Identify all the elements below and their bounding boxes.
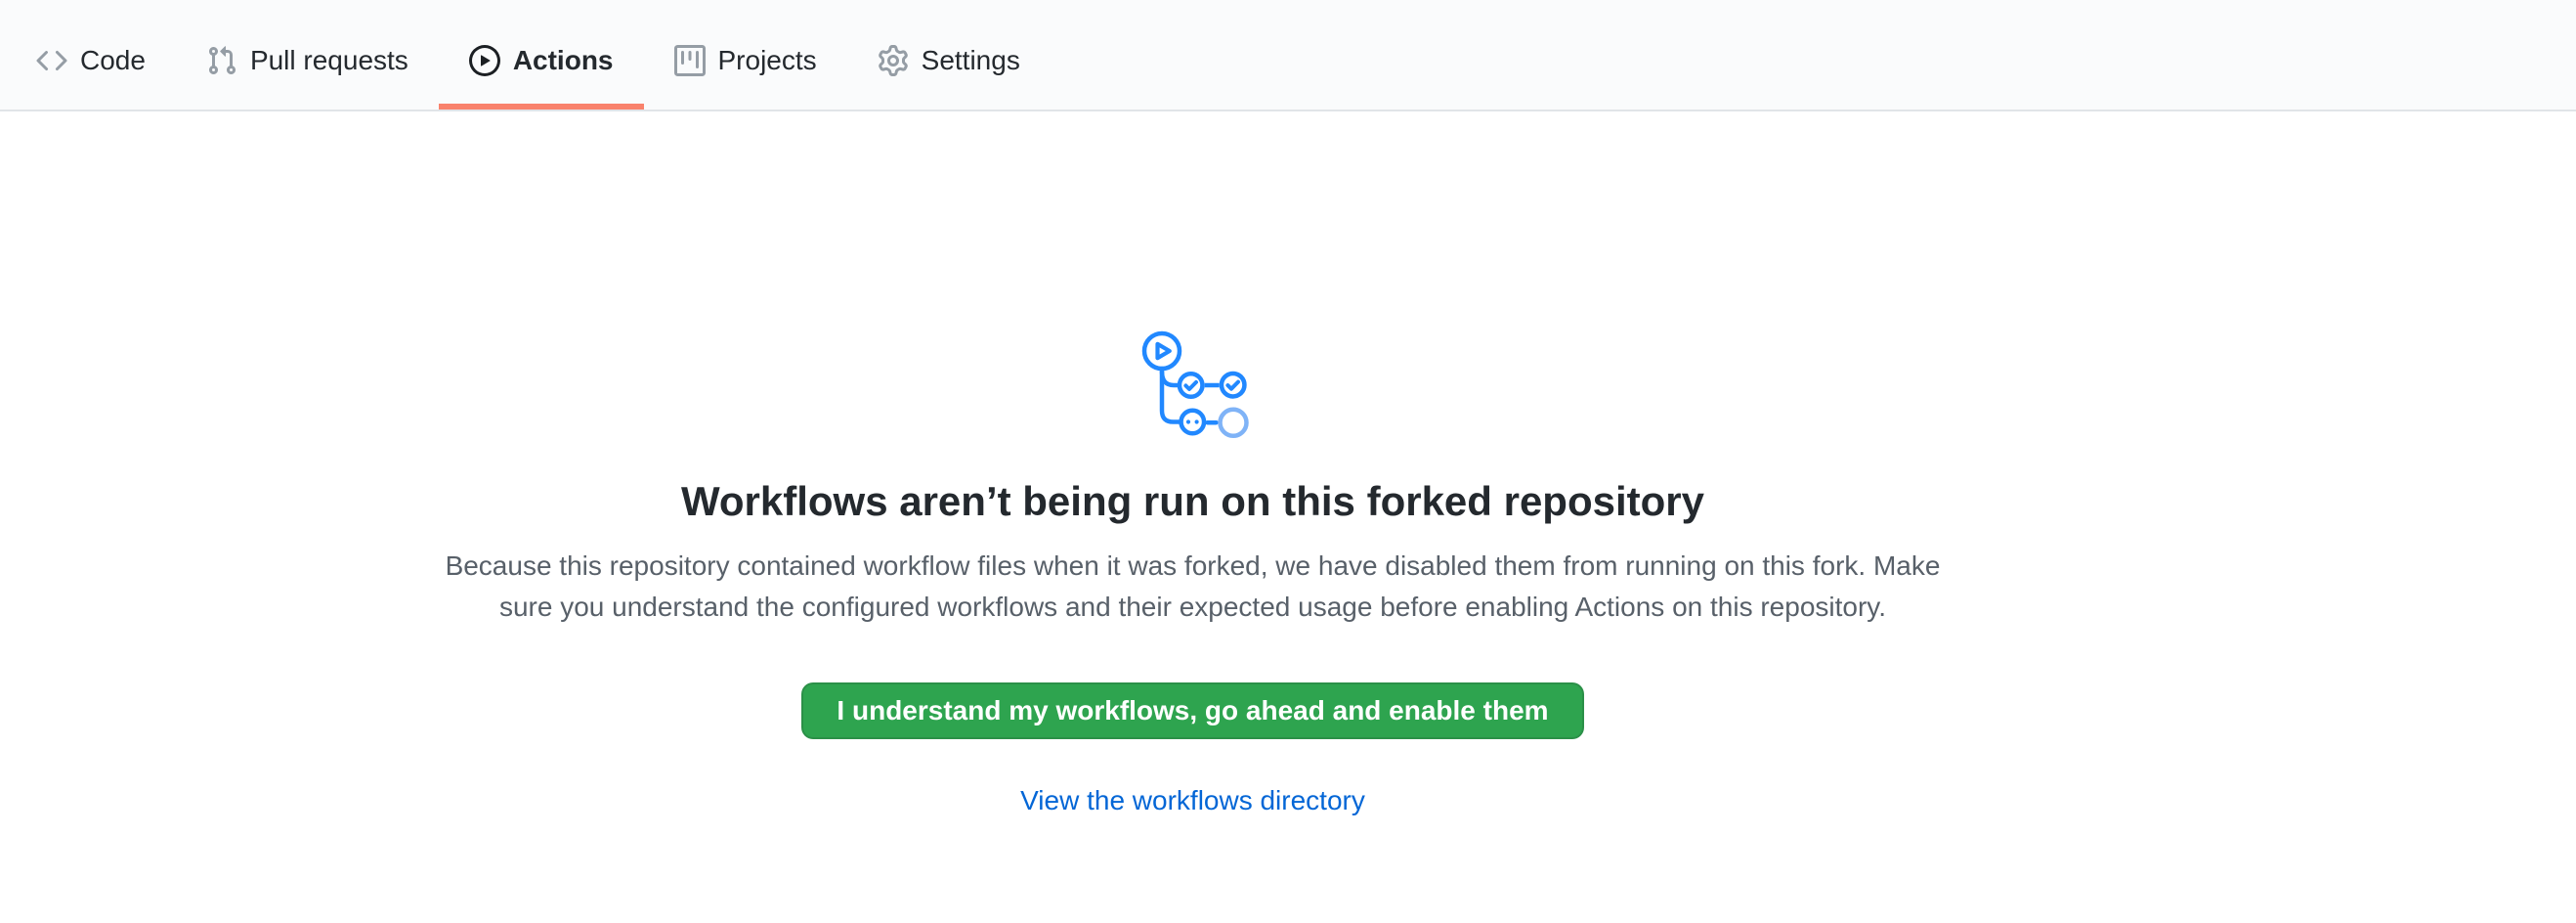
page-title: Workflows aren’t being run on this forke…	[681, 477, 1704, 526]
tab-code[interactable]: Code	[6, 12, 176, 110]
tab-label: Code	[80, 47, 146, 74]
view-workflows-directory-link[interactable]: View the workflows directory	[1020, 780, 1365, 821]
workflow-graph-icon	[1137, 327, 1250, 440]
gear-icon	[878, 45, 909, 76]
description-text: Because this repository contained workfl…	[446, 546, 1941, 628]
code-icon	[36, 45, 67, 76]
pull-request-icon	[206, 45, 237, 76]
tab-label: Projects	[718, 47, 817, 74]
enable-workflows-button[interactable]: I understand my workflows, go ahead and …	[801, 682, 1583, 739]
description-line: sure you understand the configured workf…	[446, 587, 1941, 628]
tab-settings[interactable]: Settings	[847, 12, 1051, 110]
actions-blankslate: Workflows aren’t being run on this forke…	[0, 111, 2385, 821]
description-line: Because this repository contained workfl…	[446, 546, 1941, 587]
tab-label: Actions	[513, 47, 614, 74]
repo-tab-nav: Code Pull requests Actions Projects Sett…	[0, 0, 2576, 111]
project-icon	[674, 45, 706, 76]
play-icon	[469, 45, 500, 76]
tab-label: Settings	[922, 47, 1020, 74]
tab-label: Pull requests	[250, 47, 408, 74]
tab-actions[interactable]: Actions	[439, 12, 644, 110]
tab-projects[interactable]: Projects	[644, 12, 847, 110]
tab-pull-requests[interactable]: Pull requests	[176, 12, 439, 110]
